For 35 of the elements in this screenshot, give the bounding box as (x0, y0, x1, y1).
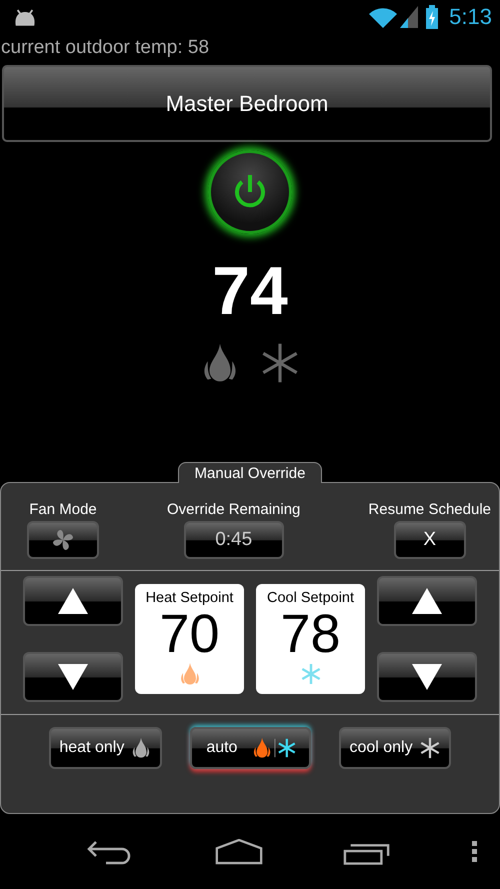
down-arrow-icon (412, 664, 442, 690)
current-temperature: 74 (212, 256, 288, 326)
decrease-button[interactable] (23, 652, 123, 702)
mode-button[interactable]: heat only (49, 727, 162, 769)
down-arrow-icon (58, 664, 88, 690)
wifi-icon (369, 6, 398, 28)
mode-button[interactable]: auto (190, 727, 312, 769)
android-icon (13, 8, 37, 26)
up-arrow-icon (58, 588, 88, 614)
increase-button[interactable] (377, 576, 477, 626)
clock-time: 5:13 (449, 4, 492, 30)
control-button[interactable]: 0:45 (184, 521, 284, 559)
increase-button[interactable] (23, 576, 123, 626)
decrease-button[interactable] (377, 652, 477, 702)
control-button[interactable]: X (394, 521, 466, 559)
mode-button[interactable]: cool only (339, 727, 451, 769)
outdoor-temperature: current outdoor temp: 58 (0, 36, 210, 60)
fan-mode-button[interactable] (27, 521, 99, 559)
setpoint-value: 78 (280, 606, 341, 662)
fan-icon (51, 528, 75, 552)
setpoint-label: Heat Setpoint (146, 590, 234, 606)
more-icon[interactable] (472, 840, 478, 862)
setpoint-label: Cool Setpoint (266, 590, 354, 606)
setpoint-value: 70 (159, 606, 220, 662)
control-label: Override Remaining (167, 501, 300, 518)
snowflake-icon (418, 736, 441, 760)
control-label: Fan Mode (29, 501, 97, 518)
signal-icon (400, 6, 418, 28)
control-label: Resume Schedule (368, 501, 491, 518)
flame-snowflake-icon (251, 737, 298, 759)
up-arrow-icon (412, 588, 442, 614)
battery-icon (426, 5, 438, 29)
room-button[interactable]: Master Bedroom (2, 65, 492, 142)
home-icon[interactable] (214, 838, 263, 864)
power-button[interactable] (208, 150, 292, 234)
